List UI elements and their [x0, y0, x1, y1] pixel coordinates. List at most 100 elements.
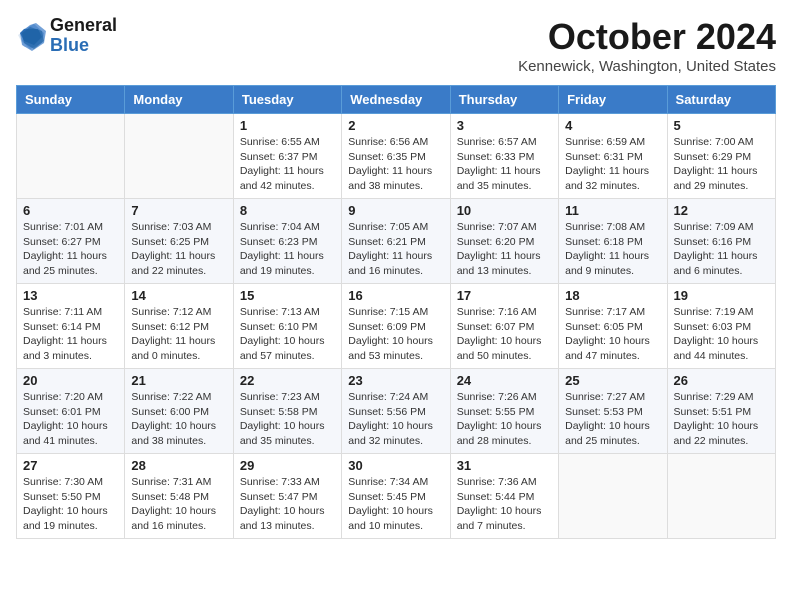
- logo-icon: [16, 21, 46, 51]
- sunset-text: Sunset: 6:23 PM: [240, 235, 335, 250]
- day-info: Sunrise: 7:15 AMSunset: 6:09 PMDaylight:…: [348, 305, 443, 364]
- sunrise-text: Sunrise: 7:34 AM: [348, 475, 443, 490]
- sunset-text: Sunset: 5:58 PM: [240, 405, 335, 420]
- day-number: 11: [565, 203, 660, 218]
- sunset-text: Sunset: 5:47 PM: [240, 490, 335, 505]
- daylight-text: Daylight: 10 hours and 16 minutes.: [131, 504, 226, 533]
- day-info: Sunrise: 7:22 AMSunset: 6:00 PMDaylight:…: [131, 390, 226, 449]
- weekday-saturday: Saturday: [667, 86, 775, 114]
- day-info: Sunrise: 7:29 AMSunset: 5:51 PMDaylight:…: [674, 390, 769, 449]
- sunset-text: Sunset: 6:31 PM: [565, 150, 660, 165]
- sunrise-text: Sunrise: 6:55 AM: [240, 135, 335, 150]
- sunset-text: Sunset: 5:53 PM: [565, 405, 660, 420]
- day-cell-2-1: 6Sunrise: 7:01 AMSunset: 6:27 PMDaylight…: [17, 199, 125, 284]
- day-number: 1: [240, 118, 335, 133]
- day-info: Sunrise: 7:05 AMSunset: 6:21 PMDaylight:…: [348, 220, 443, 279]
- sunrise-text: Sunrise: 6:59 AM: [565, 135, 660, 150]
- sunset-text: Sunset: 6:37 PM: [240, 150, 335, 165]
- sunrise-text: Sunrise: 7:08 AM: [565, 220, 660, 235]
- day-info: Sunrise: 7:04 AMSunset: 6:23 PMDaylight:…: [240, 220, 335, 279]
- weekday-header-row: SundayMondayTuesdayWednesdayThursdayFrid…: [17, 86, 776, 114]
- sunrise-text: Sunrise: 7:01 AM: [23, 220, 118, 235]
- sunset-text: Sunset: 6:00 PM: [131, 405, 226, 420]
- logo: General Blue: [16, 16, 117, 56]
- sunrise-text: Sunrise: 6:57 AM: [457, 135, 552, 150]
- daylight-text: Daylight: 11 hours and 13 minutes.: [457, 249, 552, 278]
- day-number: 27: [23, 458, 118, 473]
- day-info: Sunrise: 7:09 AMSunset: 6:16 PMDaylight:…: [674, 220, 769, 279]
- day-number: 24: [457, 373, 552, 388]
- sunset-text: Sunset: 5:44 PM: [457, 490, 552, 505]
- sunrise-text: Sunrise: 7:33 AM: [240, 475, 335, 490]
- day-cell-5-3: 29Sunrise: 7:33 AMSunset: 5:47 PMDayligh…: [233, 454, 341, 539]
- day-cell-3-3: 15Sunrise: 7:13 AMSunset: 6:10 PMDayligh…: [233, 284, 341, 369]
- week-row-2: 6Sunrise: 7:01 AMSunset: 6:27 PMDaylight…: [17, 199, 776, 284]
- day-cell-3-5: 17 Sunrise: 7:16 AMSunset: 6:07 PMDayligh…: [450, 284, 558, 369]
- day-info: Sunrise: 7:00 AMSunset: 6:29 PMDaylight:…: [674, 135, 769, 194]
- day-cell-3-7: 19Sunrise: 7:19 AMSunset: 6:03 PMDayligh…: [667, 284, 775, 369]
- sunset-text: Sunset: 6:07 PM: [457, 320, 552, 335]
- daylight-text: Daylight: 11 hours and 38 minutes.: [348, 164, 443, 193]
- day-number: 18: [565, 288, 660, 303]
- sunset-text: Sunset: 6:18 PM: [565, 235, 660, 250]
- day-cell-4-3: 22Sunrise: 7:23 AMSunset: 5:58 PMDayligh…: [233, 369, 341, 454]
- day-cell-1-1: [17, 114, 125, 199]
- daylight-text: Daylight: 11 hours and 0 minutes.: [131, 334, 226, 363]
- day-info: Sunrise: 7:36 AMSunset: 5:44 PMDaylight:…: [457, 475, 552, 534]
- daylight-text: Daylight: 11 hours and 25 minutes.: [23, 249, 118, 278]
- sunrise-text: Sunrise: 7:00 AM: [674, 135, 769, 150]
- day-cell-4-1: 20Sunrise: 7:20 AMSunset: 6:01 PMDayligh…: [17, 369, 125, 454]
- month-title: October 2024: [518, 16, 776, 58]
- daylight-text: Daylight: 11 hours and 6 minutes.: [674, 249, 769, 278]
- day-info: Sunrise: 7:30 AMSunset: 5:50 PMDaylight:…: [23, 475, 118, 534]
- daylight-text: Daylight: 10 hours and 25 minutes.: [565, 419, 660, 448]
- day-info: Sunrise: 7:24 AMSunset: 5:56 PMDaylight:…: [348, 390, 443, 449]
- daylight-text: Daylight: 10 hours and 35 minutes.: [240, 419, 335, 448]
- day-number: 2: [348, 118, 443, 133]
- logo-text: General Blue: [50, 16, 117, 56]
- sunrise-text: Sunrise: 7:16 AM: [457, 305, 552, 320]
- sunrise-text: Sunrise: 7:13 AM: [240, 305, 335, 320]
- daylight-text: Daylight: 10 hours and 38 minutes.: [131, 419, 226, 448]
- day-number: 26: [674, 373, 769, 388]
- sunrise-text: Sunrise: 7:22 AM: [131, 390, 226, 405]
- sunset-text: Sunset: 6:09 PM: [348, 320, 443, 335]
- sunrise-text: Sunrise: 7:36 AM: [457, 475, 552, 490]
- sunrise-text: Sunrise: 7:12 AM: [131, 305, 226, 320]
- sunrise-text: Sunrise: 7:15 AM: [348, 305, 443, 320]
- day-number: 7: [131, 203, 226, 218]
- sunrise-text: Sunrise: 7:04 AM: [240, 220, 335, 235]
- day-cell-1-4: 2Sunrise: 6:56 AMSunset: 6:35 PMDaylight…: [342, 114, 450, 199]
- day-info: Sunrise: 7:08 AMSunset: 6:18 PMDaylight:…: [565, 220, 660, 279]
- sunset-text: Sunset: 6:29 PM: [674, 150, 769, 165]
- day-number: 17: [457, 288, 552, 303]
- sunrise-text: Sunrise: 7:11 AM: [23, 305, 118, 320]
- sunset-text: Sunset: 5:51 PM: [674, 405, 769, 420]
- weekday-monday: Monday: [125, 86, 233, 114]
- day-cell-5-7: [667, 454, 775, 539]
- sunrise-text: Sunrise: 7:26 AM: [457, 390, 552, 405]
- page-header: General Blue October 2024 Kennewick, Was…: [16, 16, 776, 75]
- day-cell-4-5: 24Sunrise: 7:26 AMSunset: 5:55 PMDayligh…: [450, 369, 558, 454]
- day-number: 21: [131, 373, 226, 388]
- day-number: 5: [674, 118, 769, 133]
- day-number: 13: [23, 288, 118, 303]
- sunrise-text: Sunrise: 7:17 AM: [565, 305, 660, 320]
- day-cell-3-1: 13 Sunrise: 7:11 AMSunset: 6:14 PMDayligh…: [17, 284, 125, 369]
- sunrise-text: Sunrise: 7:19 AM: [674, 305, 769, 320]
- sunset-text: Sunset: 6:12 PM: [131, 320, 226, 335]
- sunrise-text: Sunrise: 7:24 AM: [348, 390, 443, 405]
- day-number: 31: [457, 458, 552, 473]
- day-number: 8: [240, 203, 335, 218]
- day-cell-5-2: 28Sunrise: 7:31 AMSunset: 5:48 PMDayligh…: [125, 454, 233, 539]
- daylight-text: Daylight: 10 hours and 50 minutes.: [457, 334, 552, 363]
- day-cell-5-1: 27 Sunrise: 7:30 AMSunset: 5:50 PMDayligh…: [17, 454, 125, 539]
- daylight-text: Daylight: 11 hours and 22 minutes.: [131, 249, 226, 278]
- day-number: 12: [674, 203, 769, 218]
- day-info: Sunrise: 7:11 AMSunset: 6:14 PMDaylight:…: [23, 305, 118, 364]
- day-number: 20: [23, 373, 118, 388]
- day-info: Sunrise: 7:31 AMSunset: 5:48 PMDaylight:…: [131, 475, 226, 534]
- daylight-text: Daylight: 11 hours and 29 minutes.: [674, 164, 769, 193]
- day-info: Sunrise: 7:33 AMSunset: 5:47 PMDaylight:…: [240, 475, 335, 534]
- calendar-table: SundayMondayTuesdayWednesdayThursdayFrid…: [16, 85, 776, 539]
